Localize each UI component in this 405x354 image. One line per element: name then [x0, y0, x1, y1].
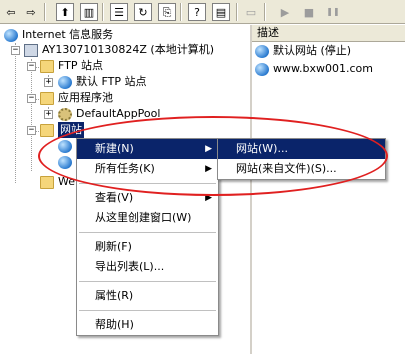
expand-ftp-default-icon[interactable]: + [44, 78, 53, 87]
collapse-app-pools-icon[interactable]: − [27, 94, 36, 103]
tree-item-web-service-ext[interactable]: We [40, 174, 75, 190]
folder-icon [40, 123, 54, 137]
show-hide-tree-icon[interactable]: ▥ [80, 3, 98, 21]
menu-separator [79, 232, 216, 233]
menu-label-new: 新建(N) [95, 142, 134, 155]
menu-label-view: 查看(V) [95, 191, 134, 204]
menu-label-refresh: 刷新(F) [95, 240, 132, 253]
submenu-item-website-from-file[interactable]: 网站(来自文件)(S)... [218, 159, 385, 179]
submenu-item-website[interactable]: 网站(W)... [218, 139, 385, 159]
menu-separator [79, 183, 216, 184]
submenu-arrow-icon: ▶ [205, 164, 212, 174]
menu-item-all-tasks[interactable]: 所有任务(K) ▶ [77, 159, 218, 179]
collapse-websites-icon[interactable]: − [27, 126, 36, 135]
list-label-bxw-website: www.bxw001.com [273, 62, 373, 75]
computer-icon [24, 43, 38, 57]
website-stopped-icon [255, 44, 269, 58]
folder-icon [40, 59, 54, 73]
menu-item-view[interactable]: 查看(V) ▶ [77, 188, 218, 208]
menu-item-export-list[interactable]: 导出列表(L)... [77, 257, 218, 277]
menu-item-new[interactable]: 新建(N) ▶ [77, 139, 218, 159]
list-item-default-website[interactable]: 默认网站 (停止) [255, 43, 351, 59]
tree-item-default-website[interactable] [58, 138, 76, 154]
menu-item-new-window[interactable]: 从这里创建窗口(W) [77, 208, 218, 228]
list-label-default-website: 默认网站 (停止) [273, 44, 352, 57]
folder-icon [40, 175, 54, 189]
menu-item-help[interactable]: 帮助(H) [77, 315, 218, 335]
tree-item-bxw-website[interactable] [58, 154, 76, 170]
help-icon[interactable]: ? [188, 3, 206, 21]
export-list-icon[interactable]: ⎘ [158, 3, 176, 21]
tree-label-ftp-sites: FTP 站点 [58, 59, 103, 72]
menu-label-export-list: 导出列表(L)... [95, 260, 165, 273]
submenu-arrow-icon: ▶ [205, 193, 212, 203]
expand-default-app-pool-icon[interactable]: + [44, 110, 53, 119]
tree-label-app-pools: 应用程序池 [58, 91, 113, 104]
tree-item-default-ftp-site[interactable]: 默认 FTP 站点 [58, 74, 146, 90]
tree-item-default-app-pool[interactable]: DefaultAppPool [58, 106, 160, 122]
ftp-site-icon [58, 75, 72, 89]
toolbar: ⇦ ⇨ ⬆ ▥ ☰ ↻ ⎘ ? ▤ ▭ ▶ ■ ❚❚ [0, 0, 405, 24]
start-icon[interactable]: ▶ [276, 3, 294, 21]
menu-item-properties[interactable]: 属性(R) [77, 286, 218, 306]
menu-item-refresh[interactable]: 刷新(F) [77, 237, 218, 257]
tree-label-computer: AY130710130824Z (本地计算机) [42, 43, 214, 56]
menu-separator [79, 281, 216, 282]
show-hide-action-pane-icon[interactable]: ▤ [212, 3, 230, 21]
folder-icon [40, 91, 54, 105]
tree-label-default-ftp-site: 默认 FTP 站点 [76, 75, 147, 88]
website-icon [58, 139, 72, 153]
collapse-computer-icon[interactable]: − [11, 46, 20, 55]
submenu-arrow-icon: ▶ [205, 144, 212, 154]
menu-label-help: 帮助(H) [95, 318, 134, 331]
menu-label-properties: 属性(R) [95, 289, 134, 302]
stop-icon[interactable]: ■ [300, 3, 318, 21]
context-menu: 新建(N) ▶ 所有任务(K) ▶ 查看(V) ▶ 从这里创建窗口(W) 刷新(… [76, 138, 219, 336]
up-folder-icon[interactable]: ⬆ [56, 3, 74, 21]
website-icon [58, 155, 72, 169]
tree-item-websites[interactable]: 网站 [40, 122, 84, 138]
tree-item-ftp-sites[interactable]: FTP 站点 [40, 58, 103, 74]
tree-label-websites: 网站 [58, 122, 84, 138]
forward-icon[interactable]: ⇨ [22, 3, 40, 21]
menu-label-all-tasks: 所有任务(K) [95, 162, 155, 175]
refresh-icon[interactable]: ↻ [134, 3, 152, 21]
tree-item-iis[interactable]: Internet 信息服务 [4, 27, 113, 43]
connect-computer-icon[interactable]: ▭ [242, 3, 260, 21]
menu-label-new-window: 从这里创建窗口(W) [95, 211, 192, 224]
tree-label-web-service-ext: We [58, 175, 75, 188]
iis-icon [4, 28, 18, 42]
list-pane[interactable]: 描述 默认网站 (停止) www.bxw001.com [252, 25, 405, 354]
tree-item-app-pools[interactable]: 应用程序池 [40, 90, 113, 106]
submenu-label-website-from-file: 网站(来自文件)(S)... [236, 162, 337, 175]
list-item-bxw-website[interactable]: www.bxw001.com [255, 61, 373, 77]
tree-label-iis: Internet 信息服务 [22, 28, 114, 41]
column-header-description[interactable]: 描述 [252, 25, 405, 42]
pause-icon[interactable]: ❚❚ [324, 3, 342, 21]
website-icon [255, 62, 269, 76]
submenu-label-website: 网站(W)... [236, 142, 288, 155]
collapse-ftp-icon[interactable]: − [27, 62, 36, 71]
tree-item-computer[interactable]: AY130710130824Z (本地计算机) [24, 42, 214, 58]
back-icon[interactable]: ⇦ [2, 3, 20, 21]
app-pool-icon [58, 107, 72, 121]
new-submenu: 网站(W)... 网站(来自文件)(S)... [217, 138, 386, 180]
tree-label-default-app-pool: DefaultAppPool [76, 107, 161, 120]
menu-separator [79, 310, 216, 311]
properties-icon[interactable]: ☰ [110, 3, 128, 21]
